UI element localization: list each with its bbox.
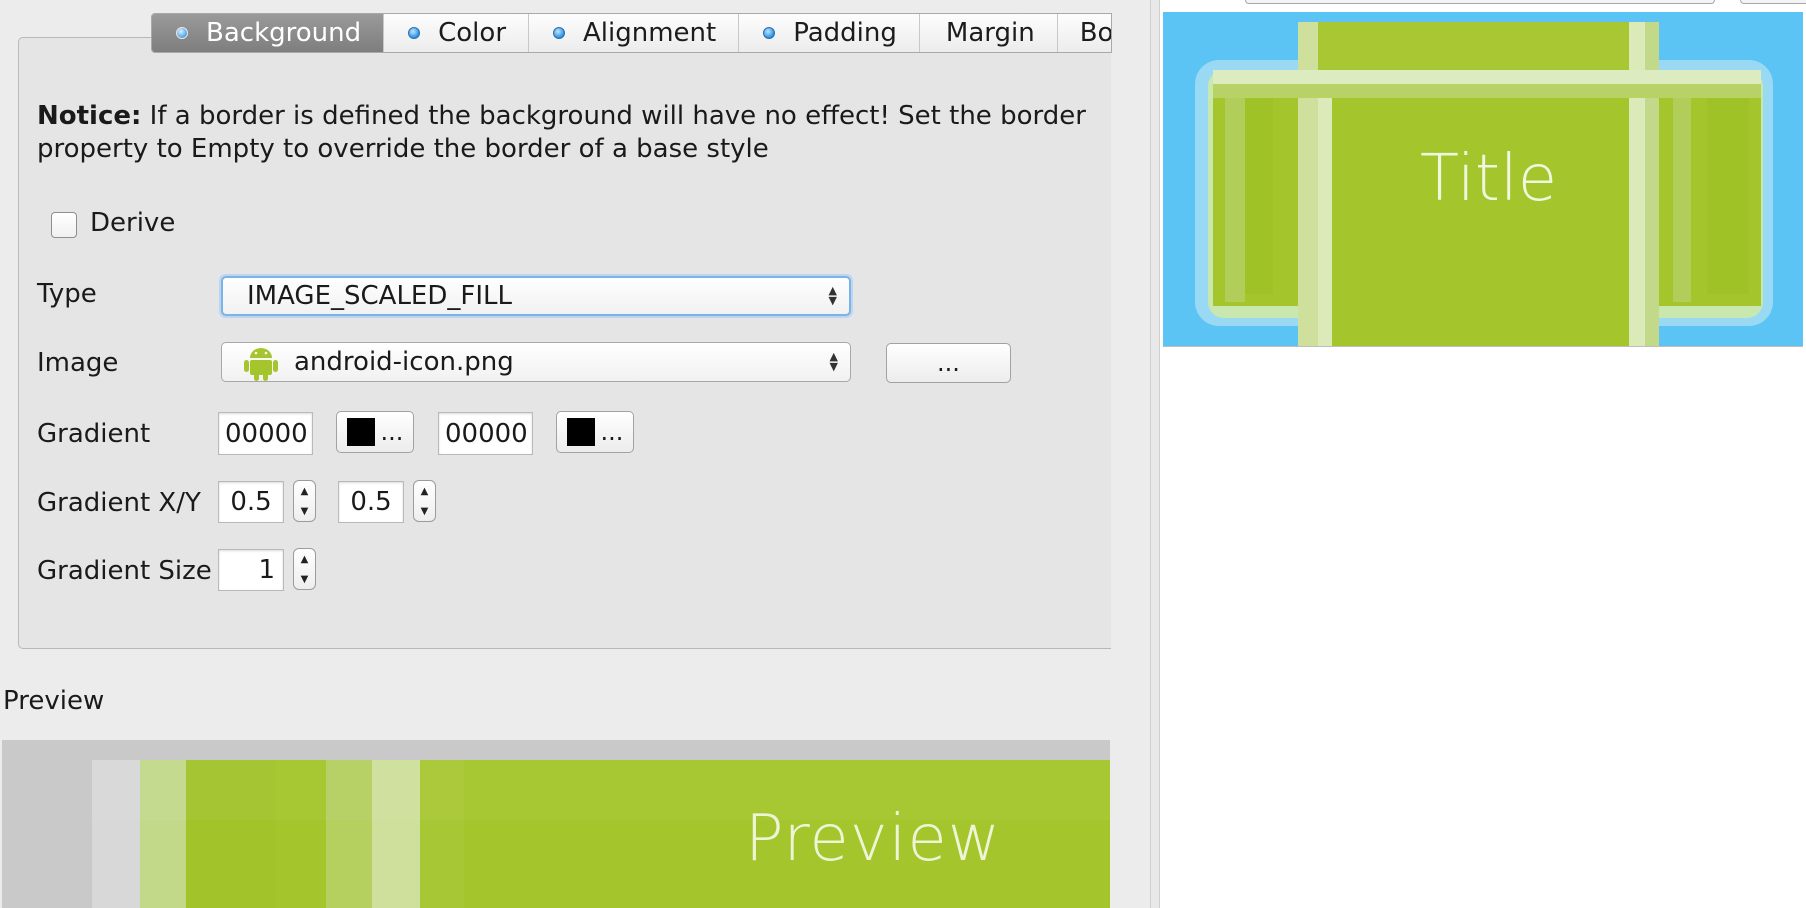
derive-checkbox[interactable] bbox=[51, 212, 77, 238]
stepper-up-icon: ▲ bbox=[420, 485, 429, 497]
gradient-color2-field[interactable]: 00000 bbox=[438, 412, 533, 455]
tab-label: Bo bbox=[1079, 18, 1112, 48]
tab-dot-icon bbox=[408, 27, 421, 39]
gradient-x-stepper[interactable]: ▲ ▼ bbox=[293, 480, 316, 522]
image-select[interactable]: android-icon.png ▲ ▼ bbox=[221, 342, 851, 382]
style-tabs: Background Color Alignment Padding Margi… bbox=[151, 13, 1112, 53]
border-notice: Notice: If a border is defined the backg… bbox=[37, 100, 1087, 166]
tab-dot-icon bbox=[176, 27, 188, 39]
tab-dot-icon bbox=[763, 27, 776, 39]
tab-padding[interactable]: Padding bbox=[739, 14, 920, 52]
stepper-up-icon: ▲ bbox=[300, 485, 309, 497]
tab-label: Color bbox=[438, 18, 507, 48]
gradient-x-field[interactable]: 0.5 bbox=[218, 481, 284, 523]
panel-splitter[interactable] bbox=[1150, 0, 1160, 908]
image-value: android-icon.png bbox=[294, 347, 514, 377]
gradient-y-stepper[interactable]: ▲ ▼ bbox=[413, 480, 436, 522]
select-arrows-icon: ▲ ▼ bbox=[829, 350, 838, 373]
picker-label: ... bbox=[600, 418, 624, 446]
gradient-color1-field[interactable]: 00000 bbox=[218, 412, 313, 455]
top-field-edge bbox=[1245, 0, 1715, 4]
select-arrows-icon: ▲ ▼ bbox=[828, 284, 837, 307]
top-button-edge bbox=[1740, 0, 1806, 4]
title-label: Title bbox=[1420, 142, 1558, 216]
tab-alignment[interactable]: Alignment bbox=[529, 14, 740, 52]
gradient-color2-value: 00000 bbox=[445, 418, 528, 449]
notice-heading: Notice: bbox=[37, 101, 142, 131]
tab-dot-icon bbox=[553, 27, 566, 39]
gradient-x-value: 0.5 bbox=[230, 487, 272, 517]
gradient-size-label: Gradient Size bbox=[37, 556, 212, 586]
tab-color[interactable]: Color bbox=[384, 14, 530, 52]
gradient-size-stepper[interactable]: ▲ ▼ bbox=[293, 548, 316, 590]
color-swatch-icon bbox=[566, 418, 595, 446]
android-icon bbox=[244, 348, 278, 381]
gradient-y-value: 0.5 bbox=[350, 487, 392, 517]
derive-label: Derive bbox=[90, 208, 176, 238]
browse-image-button[interactable]: ... bbox=[886, 343, 1011, 383]
type-select[interactable]: IMAGE_SCALED_FILL ▲ ▼ bbox=[221, 276, 851, 316]
tab-label: Margin bbox=[945, 18, 1035, 48]
gradient-color1-value: 00000 bbox=[225, 418, 308, 449]
image-label: Image bbox=[37, 348, 119, 378]
stepper-down-icon: ▼ bbox=[300, 505, 309, 517]
stepper-down-icon: ▼ bbox=[420, 505, 429, 517]
tab-margin[interactable]: Margin bbox=[920, 14, 1058, 52]
tab-background[interactable]: Background bbox=[152, 14, 385, 52]
gradient-color1-picker[interactable]: ... bbox=[336, 411, 414, 453]
gradient-label: Gradient bbox=[37, 419, 151, 449]
picker-label: ... bbox=[380, 418, 404, 446]
type-value: IMAGE_SCALED_FILL bbox=[247, 281, 512, 311]
color-swatch-icon bbox=[346, 418, 375, 446]
gradient-xy-label: Gradient X/Y bbox=[37, 488, 201, 518]
type-label: Type bbox=[37, 279, 97, 309]
preview-label: Preview bbox=[745, 802, 1002, 876]
gradient-color2-picker[interactable]: ... bbox=[556, 411, 634, 453]
gradient-size-value: 1 bbox=[258, 555, 275, 585]
gradient-size-field[interactable]: 1 bbox=[218, 549, 284, 591]
preview-heading: Preview bbox=[3, 686, 105, 716]
tab-border[interactable]: Bo bbox=[1058, 14, 1112, 52]
stepper-up-icon: ▲ bbox=[300, 553, 309, 565]
notice-text: If a border is defined the background wi… bbox=[37, 101, 1086, 164]
tab-label: Background bbox=[206, 18, 362, 48]
tab-label: Alignment bbox=[583, 18, 717, 48]
tab-label: Padding bbox=[793, 18, 897, 48]
stepper-down-icon: ▼ bbox=[300, 573, 309, 585]
gradient-y-field[interactable]: 0.5 bbox=[338, 481, 404, 523]
browse-label: ... bbox=[937, 349, 960, 377]
